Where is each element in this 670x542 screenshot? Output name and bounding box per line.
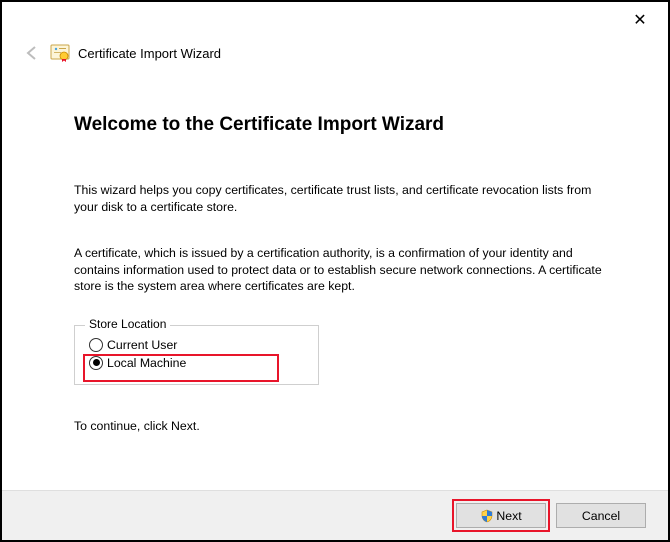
- store-location-group: Store Location Current User Local Machin…: [74, 325, 319, 385]
- close-icon[interactable]: ✕: [620, 6, 660, 34]
- titlebar: ✕: [2, 2, 668, 38]
- wizard-header: Certificate Import Wizard: [2, 38, 668, 68]
- store-location-legend: Store Location: [85, 317, 170, 331]
- radio-label: Local Machine: [107, 356, 186, 370]
- radio-icon: [89, 356, 103, 370]
- continue-hint: To continue, click Next.: [74, 419, 620, 433]
- cancel-button[interactable]: Cancel: [556, 503, 646, 528]
- back-arrow-icon: [22, 43, 42, 63]
- certificate-icon: [50, 44, 70, 62]
- wizard-title: Certificate Import Wizard: [78, 46, 221, 61]
- shield-icon: [480, 509, 494, 523]
- page-heading: Welcome to the Certificate Import Wizard: [74, 114, 620, 136]
- wizard-footer: Next Cancel: [2, 490, 668, 540]
- next-button-label: Next: [496, 509, 521, 523]
- wizard-window: ✕ Certificate Import Wizard Welcome to t…: [0, 0, 670, 542]
- explain-paragraph: A certificate, which is issued by a cert…: [74, 245, 604, 295]
- radio-label: Current User: [107, 338, 177, 352]
- radio-icon: [89, 338, 103, 352]
- intro-paragraph: This wizard helps you copy certificates,…: [74, 182, 604, 215]
- radio-current-user[interactable]: Current User: [89, 336, 304, 354]
- cancel-button-label: Cancel: [582, 509, 620, 523]
- next-button-highlight-wrap: Next: [456, 503, 546, 528]
- wizard-content: Welcome to the Certificate Import Wizard…: [2, 68, 668, 490]
- radio-local-machine[interactable]: Local Machine: [89, 354, 304, 372]
- next-button[interactable]: Next: [456, 503, 546, 528]
